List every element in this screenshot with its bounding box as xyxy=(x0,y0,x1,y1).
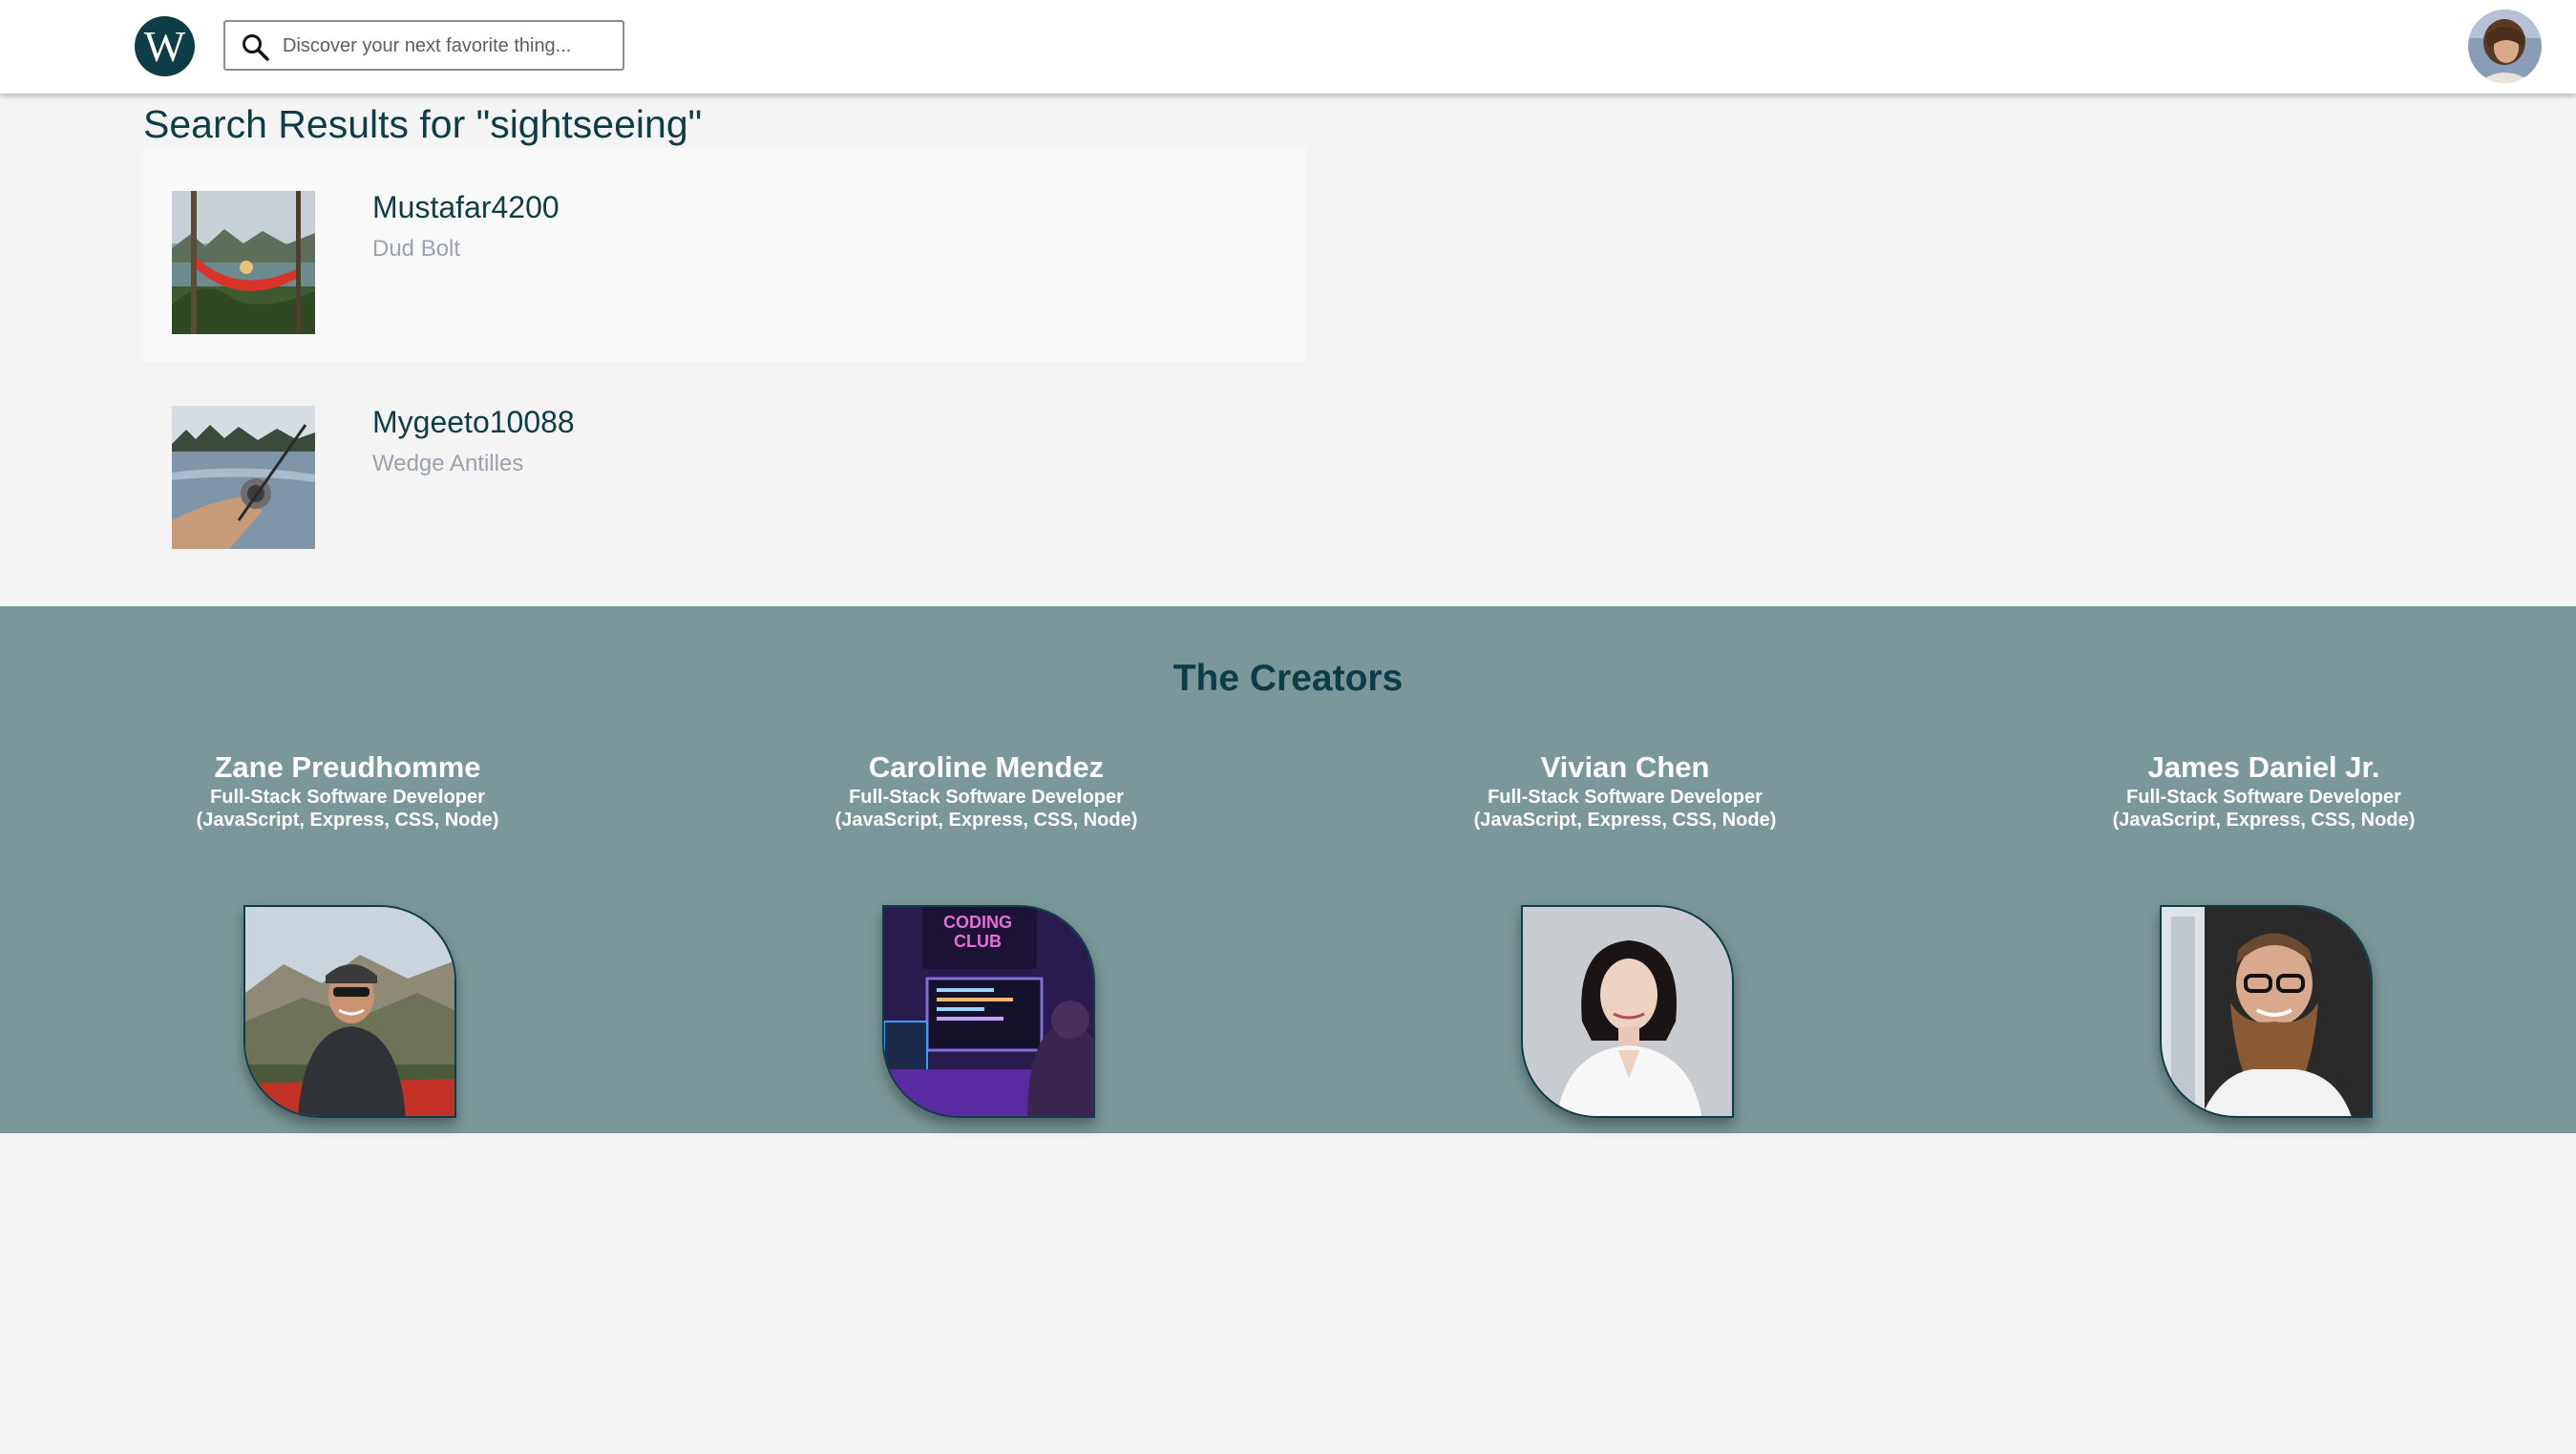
creators-section: The Creators Zane Preudhomme Full-Stack … xyxy=(0,606,2576,1133)
user-avatar-icon[interactable] xyxy=(2468,10,2542,83)
creator-photo xyxy=(243,905,456,1118)
creators-title: The Creators xyxy=(1172,658,1404,699)
search-result-item[interactable]: Mustafar4200 Dud Bolt xyxy=(143,148,1306,363)
search-results-title: Search Results for "sightseeing" xyxy=(143,102,703,146)
creator-card: Caroline Mendez Full-Stack Software Deve… xyxy=(748,750,1225,1118)
result-subtitle: Dud Bolt xyxy=(372,236,461,262)
creator-role-line: Full-Stack Software Developer xyxy=(1488,786,1763,808)
creator-role: Full-Stack Software Developer (JavaScrip… xyxy=(1386,786,1864,832)
creator-photo xyxy=(2160,905,2373,1118)
creator-name: Zane Preudhomme xyxy=(214,750,481,784)
result-thumbnail-image[interactable] xyxy=(172,406,315,549)
creator-role: Full-Stack Software Developer (JavaScrip… xyxy=(2025,786,2502,832)
result-title[interactable]: Mustafar4200 xyxy=(372,190,560,225)
creator-role-stack: (JavaScript, Express, CSS, Node) xyxy=(1473,809,1777,831)
creator-name: James Daniel Jr. xyxy=(2147,750,2380,784)
result-thumbnail-image[interactable] xyxy=(172,191,315,334)
creator-photo: CODING CLUB xyxy=(882,905,1095,1118)
search-icon[interactable] xyxy=(241,32,271,63)
photo-sign-text: CODING xyxy=(943,913,1012,932)
result-subtitle: Wedge Antilles xyxy=(372,451,524,476)
creator-role-line: Full-Stack Software Developer xyxy=(210,786,485,808)
search-result-item[interactable]: Mygeeto10088 Wedge Antilles xyxy=(143,363,1306,578)
creator-role: Full-Stack Software Developer (JavaScrip… xyxy=(109,786,586,832)
creator-card: Zane Preudhomme Full-Stack Software Deve… xyxy=(109,750,586,1118)
logo-icon[interactable]: W xyxy=(135,16,195,76)
creator-card: Vivian Chen Full-Stack Software Develope… xyxy=(1386,750,1864,1118)
creator-role-line: Full-Stack Software Developer xyxy=(849,786,1124,808)
top-navbar: W xyxy=(0,0,2576,94)
creator-role-stack: (JavaScript, Express, CSS, Node) xyxy=(2112,809,2416,831)
creator-photo xyxy=(1521,905,1734,1118)
creator-role-stack: (JavaScript, Express, CSS, Node) xyxy=(834,809,1138,831)
creator-role-line: Full-Stack Software Developer xyxy=(2126,786,2401,808)
photo-sign-text: CLUB xyxy=(954,932,1002,951)
search-input[interactable] xyxy=(283,30,612,62)
result-title[interactable]: Mygeeto10088 xyxy=(372,405,575,440)
creator-role-stack: (JavaScript, Express, CSS, Node) xyxy=(196,809,499,831)
creator-role: Full-Stack Software Developer (JavaScrip… xyxy=(748,786,1225,832)
creator-name: Vivian Chen xyxy=(1540,750,1710,784)
search-box[interactable] xyxy=(223,20,624,71)
creator-card: James Daniel Jr. Full-Stack Software Dev… xyxy=(2025,750,2502,1118)
logo-letter: W xyxy=(143,21,186,71)
creator-name: Caroline Mendez xyxy=(868,750,1105,784)
